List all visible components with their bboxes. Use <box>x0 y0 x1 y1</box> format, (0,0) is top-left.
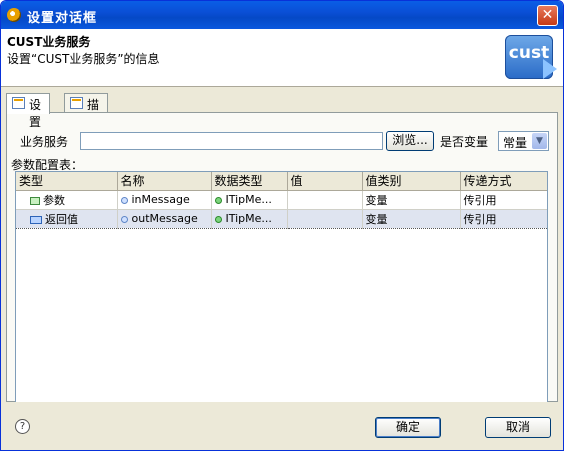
parameter-icon <box>30 196 40 205</box>
datatype-cell[interactable]: ITipMe... <box>211 208 288 229</box>
name-text: outMessage <box>131 212 198 225</box>
cancel-button[interactable]: 取消 <box>485 417 551 438</box>
datatype-cell[interactable]: ITipMe... <box>211 190 288 210</box>
type-cell[interactable]: 返回值 <box>16 208 118 229</box>
ok-button[interactable]: 确定 <box>375 417 441 438</box>
column-header-type[interactable]: 类型 <box>16 172 118 191</box>
value-cell[interactable] <box>287 190 363 210</box>
header-description: 设置“CUST业务服务”的信息 <box>7 52 160 66</box>
is-variable-value: 常量 <box>503 136 528 150</box>
app-icon <box>7 8 21 22</box>
datatype-text: ITipMe... <box>225 212 272 225</box>
header-title: CUST业务服务 <box>7 35 91 49</box>
name-cell[interactable]: outMessage <box>117 208 212 229</box>
params-table: 类型 名称 数据类型 值 值类别 传递方式 参数 inMessage ITipM… <box>15 171 548 423</box>
value-category-cell[interactable]: 变量 <box>362 190 461 210</box>
window-title: 设置对话框 <box>27 11 98 26</box>
tab-description[interactable]: 描述 <box>64 93 109 129</box>
column-header-value[interactable]: 值 <box>287 172 363 191</box>
interface-icon <box>214 196 222 204</box>
close-button[interactable]: ✕ <box>537 5 558 26</box>
tab-settings-label: 设置 <box>29 98 42 129</box>
field-icon <box>120 196 128 204</box>
interface-icon <box>214 215 222 223</box>
value-category-cell[interactable]: 变量 <box>362 208 461 229</box>
column-header-value-category[interactable]: 值类别 <box>362 172 461 191</box>
column-header-pass-mode[interactable]: 传递方式 <box>460 172 547 191</box>
arrow-icon <box>543 59 557 79</box>
type-text: 返回值 <box>45 212 78 226</box>
help-icon[interactable]: ? <box>15 419 30 434</box>
table-row[interactable]: 参数 inMessage ITipMe... 变量 传引用 <box>16 190 547 210</box>
datatype-text: ITipMe... <box>225 193 272 206</box>
name-cell[interactable]: inMessage <box>117 190 212 210</box>
is-variable-label: 是否变量 <box>440 135 489 149</box>
description-icon <box>70 97 83 109</box>
settings-icon <box>12 97 25 109</box>
is-variable-select[interactable]: 常量 ▼ <box>498 131 549 151</box>
title-bar[interactable]: 设置对话框 ✕ <box>1 1 563 29</box>
field-icon <box>120 215 128 223</box>
tab-settings[interactable]: 设置 <box>6 93 51 129</box>
browse-button[interactable]: 浏览... <box>386 131 434 151</box>
table-row[interactable]: 返回值 outMessage ITipMe... 变量 传引用 <box>16 208 547 229</box>
dialog-footer: ? 确定 取消 <box>1 402 563 450</box>
name-text: inMessage <box>131 193 190 206</box>
column-header-name[interactable]: 名称 <box>117 172 212 191</box>
value-cell[interactable] <box>287 208 363 229</box>
pass-mode-cell[interactable]: 传引用 <box>460 190 547 210</box>
pass-mode-cell[interactable]: 传引用 <box>460 208 547 229</box>
type-text: 参数 <box>43 193 65 207</box>
dialog-header: CUST业务服务 设置“CUST业务服务”的信息 cust <box>1 29 563 87</box>
return-icon <box>30 215 42 224</box>
type-cell[interactable]: 参数 <box>16 190 118 210</box>
settings-dialog: 设置对话框 ✕ CUST业务服务 设置“CUST业务服务”的信息 cust 设置… <box>0 0 564 451</box>
service-input[interactable] <box>80 132 383 150</box>
column-header-datatype[interactable]: 数据类型 <box>211 172 288 191</box>
service-label: 业务服务 <box>20 135 69 149</box>
chevron-down-icon[interactable]: ▼ <box>532 133 547 149</box>
